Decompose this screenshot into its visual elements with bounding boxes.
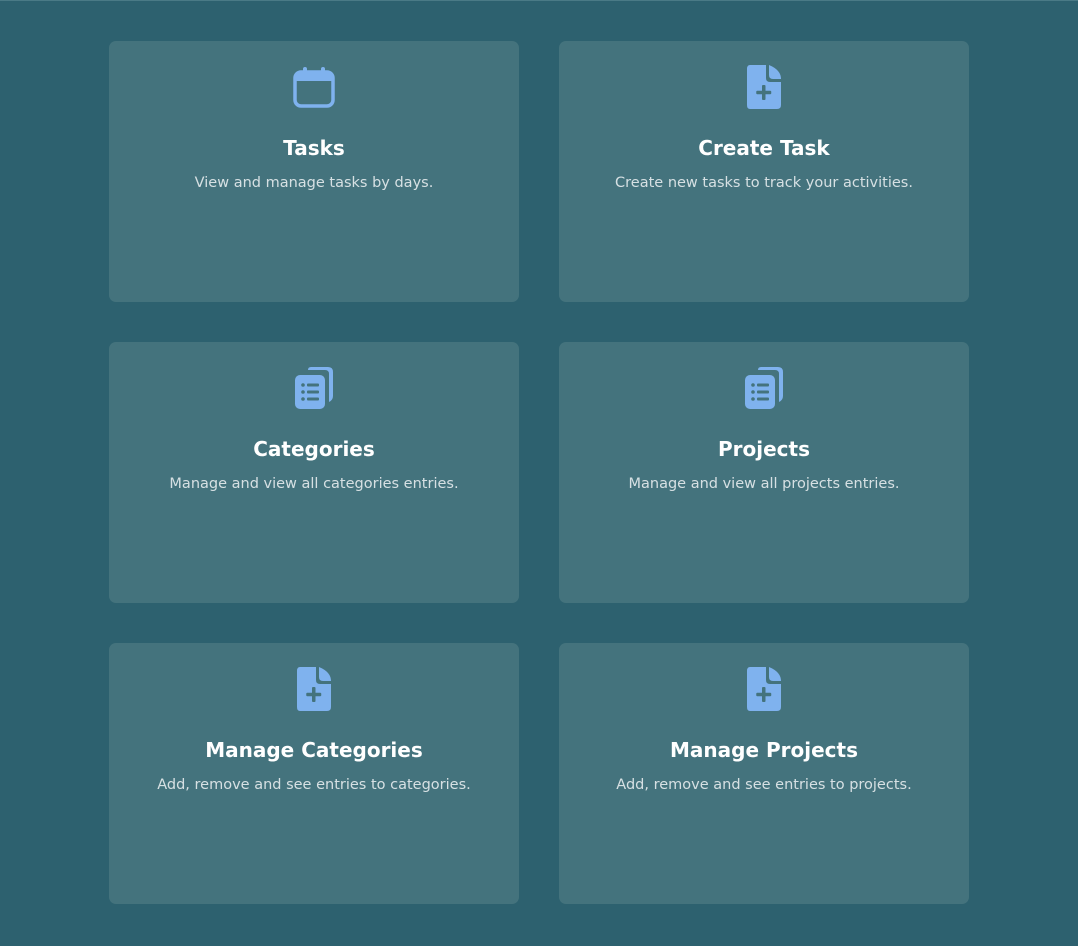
file-add-icon: [742, 665, 786, 713]
card-title: Manage Projects: [670, 738, 858, 762]
card-title: Categories: [253, 437, 375, 461]
card-categories[interactable]: Categories Manage and view all categorie…: [109, 342, 519, 603]
calendar-icon: [292, 63, 336, 111]
card-title: Manage Categories: [205, 738, 423, 762]
card-description: Manage and view all projects entries.: [628, 476, 900, 492]
clipboard-list-icon: [292, 364, 336, 412]
card-description: Manage and view all categories entries.: [169, 476, 459, 492]
card-description: View and manage tasks by days.: [194, 175, 434, 191]
card-description: Add, remove and see entries to categorie…: [157, 777, 471, 793]
card-title: Projects: [717, 437, 810, 461]
card-tasks[interactable]: Tasks View and manage tasks by days.: [109, 41, 519, 302]
file-add-icon: [292, 665, 336, 713]
card-projects[interactable]: Projects Manage and view all projects en…: [559, 342, 969, 603]
dashboard-card-grid: Tasks View and manage tasks by days. Cre…: [109, 41, 969, 904]
file-add-icon: [742, 63, 786, 111]
card-manage-projects[interactable]: Manage Projects Add, remove and see entr…: [559, 643, 969, 904]
card-description: Add, remove and see entries to projects.: [616, 777, 912, 793]
clipboard-list-icon: [742, 364, 786, 412]
card-title: Tasks: [283, 136, 345, 160]
card-title: Create Task: [698, 136, 830, 160]
card-create-task[interactable]: Create Task Create new tasks to track yo…: [559, 41, 969, 302]
card-description: Create new tasks to track your activitie…: [615, 175, 913, 191]
card-manage-categories[interactable]: Manage Categories Add, remove and see en…: [109, 643, 519, 904]
